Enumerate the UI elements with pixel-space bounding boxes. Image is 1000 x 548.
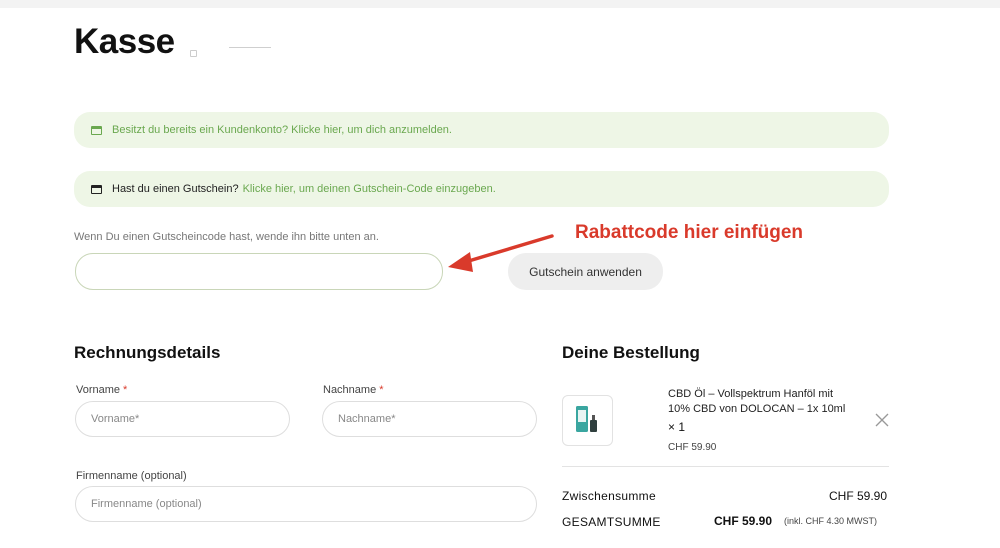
product-quantity: × 1	[668, 420, 686, 434]
total-value: CHF 59.90	[714, 514, 773, 528]
top-bar	[0, 0, 1000, 8]
product-price: CHF 59.90	[668, 442, 717, 453]
remove-item-button[interactable]	[872, 410, 892, 430]
company-field[interactable]	[75, 486, 537, 522]
coupon-code-input[interactable]	[75, 253, 443, 290]
window-icon	[91, 184, 102, 194]
product-thumbnail[interactable]	[562, 395, 613, 446]
subtotal-label: Zwischensumme	[562, 489, 656, 503]
coupon-notice-text: Hast du einen Gutschein?	[112, 183, 239, 195]
annotation-label: Rabattcode hier einfügen	[575, 222, 804, 243]
first-name-field[interactable]	[75, 401, 290, 437]
product-bottle-icon	[576, 406, 597, 432]
title-marker	[190, 50, 197, 57]
order-title: Deine Bestellung	[562, 343, 700, 362]
coupon-notice: Hast du einen Gutschein? Klicke hier, um…	[74, 171, 889, 207]
product-name[interactable]: CBD Öl – Vollspektrum Hanföl mit 10% CBD…	[668, 387, 858, 417]
tax-note: (inkl. CHF 4.30 MWST)	[784, 516, 878, 526]
subtotal-value: CHF 59.90	[829, 489, 888, 503]
first-name-label: Vorname *	[76, 384, 128, 396]
login-notice[interactable]: Besitzt du bereits ein Kundenkonto? Klic…	[74, 112, 889, 148]
coupon-help-text: Wenn Du einen Gutscheincode hast, wende …	[74, 231, 379, 243]
page-title: Kasse	[74, 22, 175, 61]
close-icon	[875, 413, 889, 427]
coupon-notice-link[interactable]: Klicke hier, um deinen Gutschein-Code ei…	[243, 183, 496, 195]
required-mark: *	[379, 384, 384, 396]
company-label: Firmenname (optional)	[76, 470, 187, 482]
total-label: GESAMTSUMME	[562, 515, 661, 529]
required-mark: *	[123, 384, 128, 396]
annotation-arrow-icon	[448, 234, 554, 272]
window-icon	[91, 125, 102, 135]
title-divider	[229, 47, 271, 48]
login-notice-text[interactable]: Besitzt du bereits ein Kundenkonto? Klic…	[112, 124, 452, 136]
order-divider	[562, 466, 889, 467]
last-name-field[interactable]	[322, 401, 537, 437]
billing-title: Rechnungsdetails	[74, 343, 221, 362]
last-name-label: Nachname *	[323, 384, 384, 396]
